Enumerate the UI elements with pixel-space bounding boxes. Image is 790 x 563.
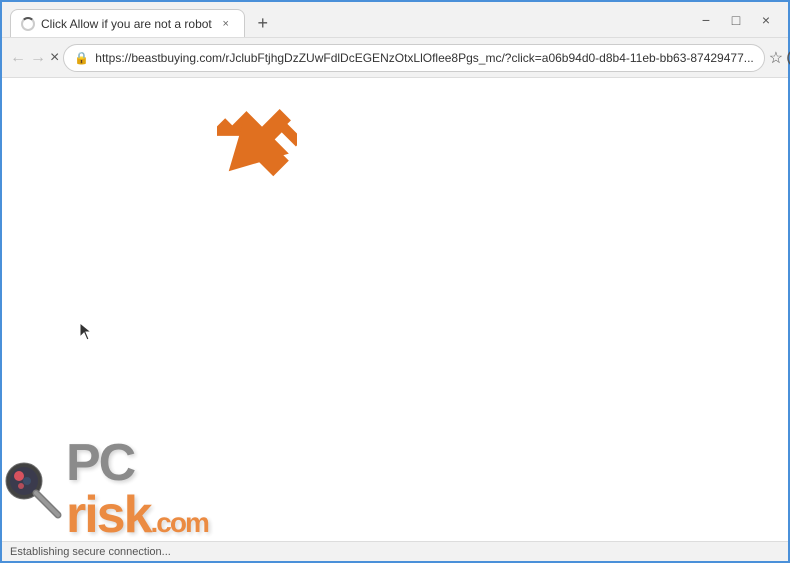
new-tab-button[interactable]: +: [249, 9, 277, 37]
restore-button[interactable]: □: [722, 6, 750, 34]
url-text: https://beastbuying.com/rJclubFtjhgDzZUw…: [95, 51, 753, 65]
pcrisk-logo: PC risk.com: [66, 437, 208, 541]
bookmark-button[interactable]: ☆: [769, 44, 783, 72]
pc-text: PC: [66, 434, 134, 492]
risk-text: risk.com: [66, 486, 208, 541]
title-bar: Click Allow if you are not a robot × + −…: [2, 2, 788, 38]
watermark: PC risk.com: [2, 437, 208, 541]
arrow-container: [217, 98, 297, 193]
browser-window: Click Allow if you are not a robot × + −…: [0, 0, 790, 563]
mouse-cursor: [80, 323, 94, 337]
forward-button[interactable]: →: [30, 44, 46, 72]
active-tab[interactable]: Click Allow if you are not a robot ×: [10, 9, 245, 37]
lock-icon: 🔒: [74, 51, 89, 65]
status-text: Establishing secure connection...: [10, 546, 171, 558]
back-button[interactable]: ←: [10, 44, 26, 72]
address-bar[interactable]: 🔒 https://beastbuying.com/rJclubFtjhgDzZ…: [63, 44, 764, 72]
arrow-icon: [217, 98, 297, 188]
nav-bar: ← → × 🔒 https://beastbuying.com/rJclubFt…: [2, 38, 788, 78]
dot-com-text: .com: [151, 507, 208, 538]
close-button[interactable]: ×: [752, 6, 780, 34]
minimize-button[interactable]: −: [692, 6, 720, 34]
tab-area: Click Allow if you are not a robot × +: [2, 2, 684, 37]
status-bar: Establishing secure connection...: [2, 541, 788, 561]
page-content: PC risk.com: [2, 78, 788, 541]
tab-close-button[interactable]: ×: [218, 16, 234, 32]
tab-spinner: [21, 17, 35, 31]
magnifier-icon: [2, 459, 62, 519]
tab-title: Click Allow if you are not a robot: [41, 17, 212, 31]
window-controls: − □ ×: [684, 2, 788, 37]
stop-button[interactable]: ×: [50, 44, 59, 72]
